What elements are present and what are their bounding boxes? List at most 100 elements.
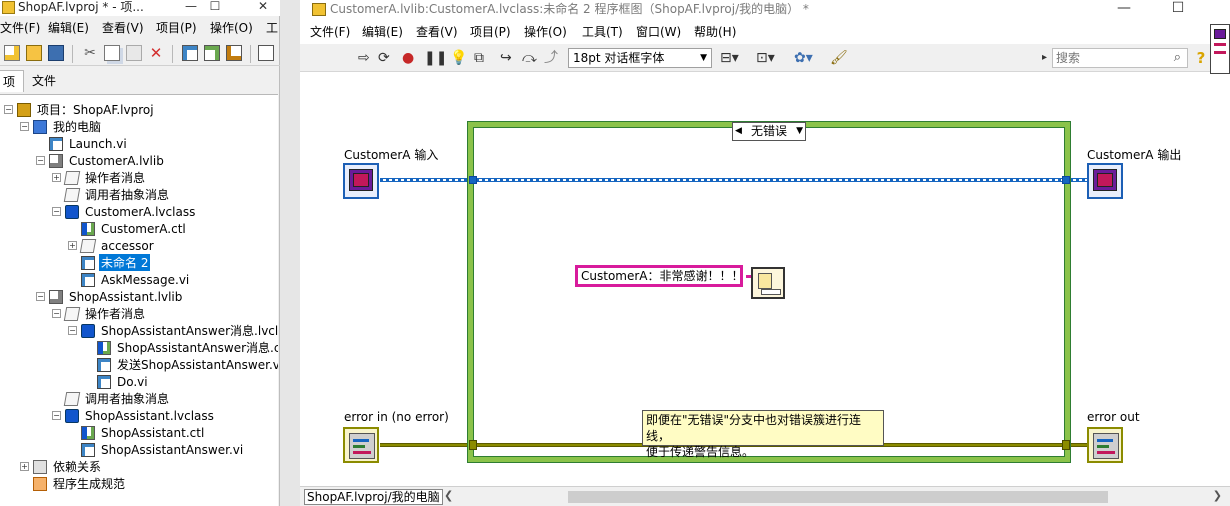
vi-connector-pane-icon[interactable] — [1210, 24, 1230, 74]
run-arrow-icon[interactable]: ⇨ — [358, 49, 370, 67]
tab-files[interactable]: 文件 — [24, 70, 64, 92]
menu-tools[interactable]: 工 — [266, 20, 278, 36]
tree-item[interactable]: − ShopAssistant.lvlib — [36, 288, 184, 305]
step-out-icon[interactable]: ⤴ — [544, 49, 558, 67]
new-icon[interactable] — [4, 45, 20, 61]
open-folder-icon[interactable] — [26, 45, 42, 61]
minimize-button[interactable]: — — [1104, 0, 1144, 19]
class-wire-inside-case[interactable] — [476, 178, 1064, 182]
minimize-button[interactable]: — — [178, 0, 204, 14]
search-icon[interactable]: ⌕ — [1174, 50, 1181, 65]
step-into-icon[interactable]: ↪ — [500, 49, 512, 67]
tree-item[interactable]: + accessor — [68, 237, 156, 254]
properties-icon[interactable] — [226, 45, 242, 61]
class-input-tunnel[interactable] — [469, 176, 477, 184]
tree-item[interactable]: ShopAssistantAnswer.vi — [68, 441, 245, 458]
tree-item[interactable]: 未命名 2 — [68, 254, 151, 271]
close-button[interactable]: ✕ — [250, 0, 276, 14]
maximize-button[interactable]: ☐ — [1158, 0, 1198, 19]
highlight-execution-icon[interactable]: 💡 — [450, 49, 467, 67]
search-box[interactable]: ⌕ — [1052, 48, 1188, 68]
scroll-left-icon[interactable]: ❮ — [444, 489, 453, 502]
abort-icon[interactable]: ● — [402, 49, 414, 67]
tree-item[interactable]: − CustomerA.lvclass — [52, 203, 197, 220]
delete-icon[interactable]: ✕ — [148, 45, 164, 61]
distribute-objects-icon[interactable]: ⊡▾ — [756, 49, 775, 67]
tree-item[interactable]: − ShopAssistant.lvclass — [52, 407, 216, 424]
font-size-select[interactable]: 18pt 对话框字体 ▼ — [568, 48, 712, 68]
retain-wire-values-icon[interactable]: ⧉ — [474, 49, 484, 67]
menu-edit[interactable]: 编辑(E) — [362, 24, 403, 40]
horizontal-scrollbar[interactable]: ❮ ❯ — [444, 489, 1222, 503]
menu-window[interactable]: 窗口(W) — [636, 24, 681, 40]
copy-icon[interactable] — [104, 45, 120, 61]
customer-output-terminal[interactable] — [1087, 163, 1123, 199]
error-input-tunnel[interactable] — [469, 440, 477, 450]
collapse-icon[interactable]: − — [52, 309, 61, 318]
tree-item[interactable]: 调用者抽象消息 — [52, 186, 171, 203]
pause-icon[interactable]: ❚❚ — [424, 49, 447, 67]
reorder-icon[interactable]: ✿▾ — [794, 49, 813, 67]
tree-item[interactable]: Launch.vi — [36, 135, 129, 152]
scroll-right-icon[interactable]: ❯ — [1213, 489, 1222, 502]
tree-item[interactable]: + 操作者消息 — [52, 169, 147, 186]
customer-input-terminal[interactable] — [343, 163, 379, 199]
collapse-icon[interactable]: − — [4, 105, 13, 114]
build-icon[interactable] — [182, 45, 198, 61]
case-selector[interactable]: ◀ 无错误 ▼ — [732, 122, 806, 141]
error-output-tunnel[interactable] — [1062, 440, 1070, 450]
maximize-button[interactable]: ☐ — [202, 0, 228, 14]
menu-project[interactable]: 项目(P) — [156, 20, 197, 36]
menu-project[interactable]: 项目(P) — [470, 24, 511, 40]
tree-item[interactable]: ShopAssistantAnswer消息.c — [84, 339, 278, 356]
tree-item[interactable]: CustomerA.ctl — [68, 220, 188, 237]
tree-item[interactable]: 程序生成规范 — [20, 475, 127, 492]
menu-help[interactable]: 帮助(H) — [694, 24, 736, 40]
run-continuously-icon[interactable]: ⟳ — [378, 49, 390, 67]
search-input[interactable] — [1053, 49, 1153, 67]
menu-tools[interactable]: 工具(T) — [582, 24, 623, 40]
project-path-indicator[interactable]: ShopAF.lvproj/我的电脑 — [304, 489, 443, 505]
one-button-dialog-node[interactable] — [751, 267, 785, 299]
align-objects-icon[interactable]: ⊟▾ — [720, 49, 739, 67]
paste-icon[interactable] — [126, 45, 142, 61]
collapse-icon[interactable]: − — [52, 411, 61, 420]
collapse-icon[interactable]: − — [36, 156, 45, 165]
step-over-icon[interactable]: ⤼ — [522, 49, 537, 67]
expand-icon[interactable]: + — [52, 173, 61, 182]
menu-operate[interactable]: 操作(O) — [524, 24, 567, 40]
class-output-tunnel[interactable] — [1062, 176, 1070, 184]
tree-item[interactable]: Do.vi — [84, 373, 150, 390]
tree-item[interactable]: + 依赖关系 — [20, 458, 103, 475]
help-icon[interactable]: ? — [1193, 49, 1209, 67]
tree-item[interactable]: 调用者抽象消息 — [52, 390, 171, 407]
tree-view-icon[interactable] — [258, 45, 274, 61]
chevron-down-icon[interactable]: ▼ — [796, 123, 803, 140]
tree-item[interactable]: − 操作者消息 — [52, 305, 147, 322]
tree-item[interactable]: − ShopAssistantAnswer消息.lvcl — [68, 322, 278, 339]
diagram-comment[interactable]: 即便在"无错误"分支中也对错误簇进行连线， 便于传递警告信息。 — [642, 410, 884, 459]
error-in-terminal[interactable] — [343, 427, 379, 463]
menu-edit[interactable]: 编辑(E) — [48, 20, 89, 36]
collapse-icon[interactable]: − — [20, 122, 29, 131]
clean-up-diagram-icon[interactable]: 🖌 — [830, 49, 848, 67]
collapse-icon[interactable]: − — [68, 326, 77, 335]
menu-file[interactable]: 文件(F) — [310, 24, 350, 40]
tree-item[interactable]: 发送ShopAssistantAnswer.v — [84, 356, 278, 373]
scrollbar-thumb[interactable] — [568, 491, 1108, 503]
menu-view[interactable]: 查看(V) — [416, 24, 458, 40]
case-prev-icon[interactable]: ◀ — [735, 123, 742, 140]
error-out-terminal[interactable] — [1087, 427, 1123, 463]
collapse-icon[interactable]: − — [36, 292, 45, 301]
tab-items[interactable]: 项 — [0, 70, 25, 92]
search-expand-arrow-icon[interactable]: ▸ — [1042, 49, 1047, 67]
tree-item[interactable]: − 我的电脑 — [20, 118, 103, 135]
expand-icon[interactable]: + — [68, 241, 77, 250]
string-constant[interactable]: CustomerA：非常感谢！！！ — [575, 265, 743, 287]
tree-item[interactable]: ShopAssistant.ctl — [68, 424, 206, 441]
expand-icon[interactable]: + — [20, 462, 29, 471]
diagram-canvas[interactable]: ◀ 无错误 ▼ CustomerA 输入 CustomerA 输出 error … — [300, 74, 1230, 484]
menu-file[interactable]: 文件(F) — [0, 20, 40, 36]
save-all-icon[interactable] — [48, 45, 64, 61]
menu-operate[interactable]: 操作(O) — [210, 20, 253, 36]
